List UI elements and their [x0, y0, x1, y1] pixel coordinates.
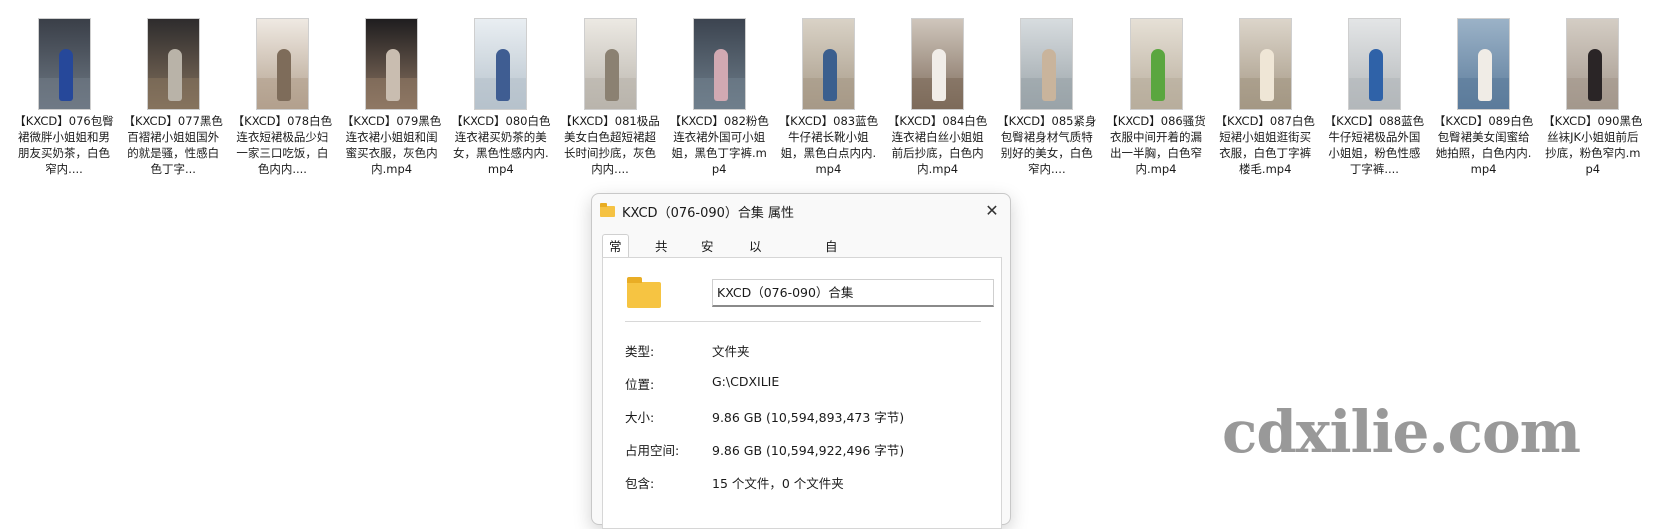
general-panel: KXCD（076-090）合集 类型: 文件夹 位置: G:\CDXILIE 大…: [602, 257, 1002, 529]
video-thumbnail: [146, 18, 200, 110]
size-on-disk-value: 9.86 GB (10,594,922,496 字节): [712, 443, 905, 458]
file-name: 【KXCD】089白色包臀裙美女闺蜜给她拍照，白色内内.mp4: [1433, 114, 1534, 176]
file-name: 【KXCD】083蓝色牛仔裙长靴小姐姐，黑色白点内内.mp4: [778, 114, 879, 176]
file-name: 【KXCD】077黑色百褶裙小姐姐国外的就是骚，性感白色丁字...: [123, 114, 223, 176]
file-item[interactable]: 【KXCD】077黑色百褶裙小姐姐国外的就是骚，性感白色丁字...: [121, 18, 225, 177]
video-thumbnail: [1129, 18, 1183, 110]
tab-customize[interactable]: 自定义: [818, 234, 845, 300]
close-button[interactable]: ✕: [980, 199, 1004, 223]
file-name: 【KXCD】076包臀裙微胖小姐姐和男朋友买奶茶，白色窄内....: [14, 114, 114, 176]
dialog-titlebar[interactable]: KXCD（076-090）合集 属性 ✕: [592, 194, 1010, 228]
file-item[interactable]: 【KXCD】087白色短裙小姐姐逛街买衣服，白色丁字裤楼毛.mp4: [1213, 18, 1317, 177]
contains-value: 15 个文件，0 个文件夹: [712, 476, 844, 491]
tab-sharing[interactable]: 共享: [648, 234, 675, 277]
contains-label: 包含:: [625, 476, 655, 491]
size-label: 大小:: [625, 410, 655, 425]
file-item[interactable]: 【KXCD】086骚货衣服中间开着的漏出一半胸，白色窄内.mp4: [1104, 18, 1208, 177]
video-thumbnail: [365, 18, 419, 110]
file-name: 【KXCD】086骚货衣服中间开着的漏出一半胸，白色窄内.mp4: [1106, 114, 1206, 176]
file-name: 【KXCD】081极品美女白色超短裙超长时间抄底，灰色内内....: [560, 114, 660, 176]
file-name: 【KXCD】088蓝色牛仔短裙极品外国小姐姐，粉色性感丁字裤....: [1324, 114, 1425, 176]
file-name: 【KXCD】078白色连衣短裙极品少妇一家三口吃饭，白色内内....: [232, 114, 333, 176]
file-name: 【KXCD】080白色连衣裙买奶茶的美女，黑色性感内内.mp4: [451, 114, 551, 176]
file-item[interactable]: 【KXCD】089白色包臀裙美女闺蜜给她拍照，白色内内.mp4: [1432, 18, 1536, 177]
location-label: 位置:: [625, 377, 655, 392]
file-name: 【KXCD】090黑色丝袜JK小姐姐前后抄底，粉色窄内.mp4: [1543, 114, 1643, 176]
tab-security[interactable]: 安全: [694, 234, 721, 277]
divider: [625, 321, 981, 322]
watermark-text: cdxilie.com: [1222, 398, 1581, 466]
video-thumbnail: [37, 18, 91, 110]
video-thumbnail: [911, 18, 965, 110]
file-item[interactable]: 【KXCD】088蓝色牛仔短裙极品外国小姐姐，粉色性感丁字裤....: [1322, 18, 1426, 177]
file-item[interactable]: 【KXCD】085紧身包臀裙身材气质特别好的美女，白色窄内....: [995, 18, 1099, 177]
file-item[interactable]: 【KXCD】078白色连衣短裙极品少妇一家三口吃饭，白色内内....: [230, 18, 334, 177]
dialog-title: KXCD（076-090）合集 属性: [622, 206, 795, 221]
file-item[interactable]: 【KXCD】082粉色连衣裙外国可小姐姐，黑色丁字裤.mp4: [667, 18, 771, 177]
video-thumbnail: [1020, 18, 1074, 110]
video-thumbnail: [583, 18, 637, 110]
video-thumbnail: [1457, 18, 1511, 110]
file-name: 【KXCD】085紧身包臀裙身材气质特别好的美女，白色窄内....: [997, 114, 1097, 176]
file-item[interactable]: 【KXCD】083蓝色牛仔裙长靴小姐姐，黑色白点内内.mp4: [776, 18, 880, 177]
video-thumbnail: [255, 18, 309, 110]
video-thumbnail: [1238, 18, 1292, 110]
folder-name-input[interactable]: KXCD（076-090）合集: [712, 279, 994, 307]
file-name: 【KXCD】087白色短裙小姐姐逛街买衣服，白色丁字裤楼毛.mp4: [1215, 114, 1315, 176]
file-grid: 【KXCD】076包臀裙微胖小姐姐和男朋友买奶茶，白色窄内.... 【KXCD】0…: [0, 0, 1653, 190]
folder-icon: [627, 277, 661, 308]
size-value: 9.86 GB (10,594,893,473 字节): [712, 410, 905, 425]
file-name: 【KXCD】084白色连衣裙白丝小姐姐前后抄底，白色内内.mp4: [887, 114, 988, 176]
tab-previous-versions[interactable]: 以前的版本: [742, 234, 769, 346]
file-item[interactable]: 【KXCD】084白色连衣裙白丝小姐姐前后抄底，白色内内.mp4: [886, 18, 990, 177]
file-item[interactable]: 【KXCD】079黑色连衣裙小姐姐和闺蜜买衣服，灰色内内.mp4: [340, 18, 444, 177]
file-item[interactable]: 【KXCD】090黑色丝袜JK小姐姐前后抄底，粉色窄内.mp4: [1541, 18, 1645, 177]
video-thumbnail: [474, 18, 528, 110]
type-label: 类型:: [625, 344, 655, 359]
file-name: 【KXCD】079黑色连衣裙小姐姐和闺蜜买衣服，灰色内内.mp4: [341, 114, 442, 176]
location-value: G:\CDXILIE: [712, 374, 780, 389]
file-name: 【KXCD】082粉色连衣裙外国可小姐姐，黑色丁字裤.mp4: [669, 114, 769, 176]
properties-dialog: KXCD（076-090）合集 属性 ✕ 常规 共享 安全 以前的版本 自定义 …: [591, 193, 1011, 529]
file-item[interactable]: 【KXCD】076包臀裙微胖小姐姐和男朋友买奶茶，白色窄内....: [12, 18, 116, 177]
size-on-disk-label: 占用空间:: [625, 443, 680, 458]
file-item[interactable]: 【KXCD】080白色连衣裙买奶茶的美女，黑色性感内内.mp4: [449, 18, 553, 177]
file-item[interactable]: 【KXCD】081极品美女白色超短裙超长时间抄底，灰色内内....: [558, 18, 662, 177]
video-thumbnail: [692, 18, 746, 110]
video-thumbnail: [1566, 18, 1620, 110]
tab-general[interactable]: 常规: [602, 234, 629, 277]
folder-icon: [600, 203, 615, 217]
video-thumbnail: [1347, 18, 1401, 110]
type-value: 文件夹: [712, 344, 750, 359]
video-thumbnail: [801, 18, 855, 110]
